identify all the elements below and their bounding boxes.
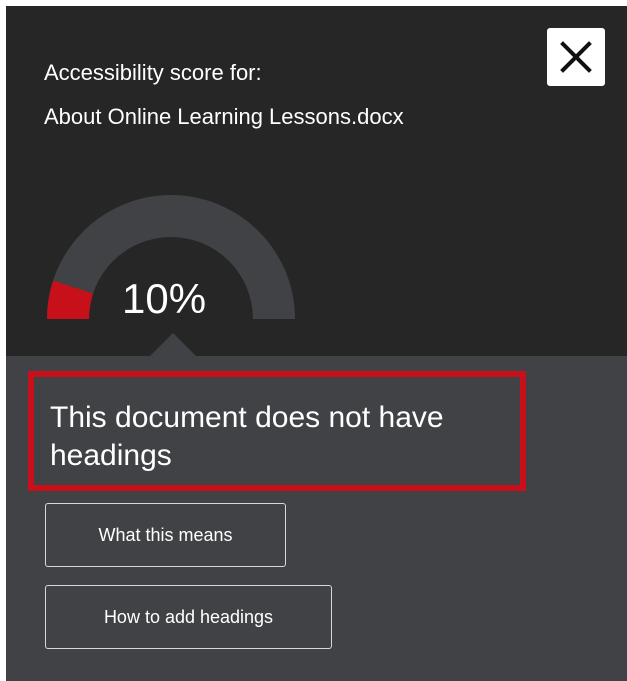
close-icon (560, 41, 592, 73)
accessibility-score-panel: Accessibility score for: About Online Le… (6, 6, 627, 681)
score-percentage: 10% (122, 275, 207, 322)
score-caption: Accessibility score for: (44, 60, 262, 85)
score-header: Accessibility score for: About Online Le… (6, 6, 627, 357)
close-button[interactable] (547, 28, 605, 86)
how-to-add-headings-button[interactable]: How to add headings (45, 585, 332, 649)
gauge-pointer (149, 333, 197, 357)
document-name: About Online Learning Lessons.docx (44, 104, 404, 129)
issue-message: This document does not have headings (50, 401, 444, 472)
issue-highlight: This document does not have headings (28, 371, 526, 491)
what-this-means-button[interactable]: What this means (45, 503, 286, 567)
